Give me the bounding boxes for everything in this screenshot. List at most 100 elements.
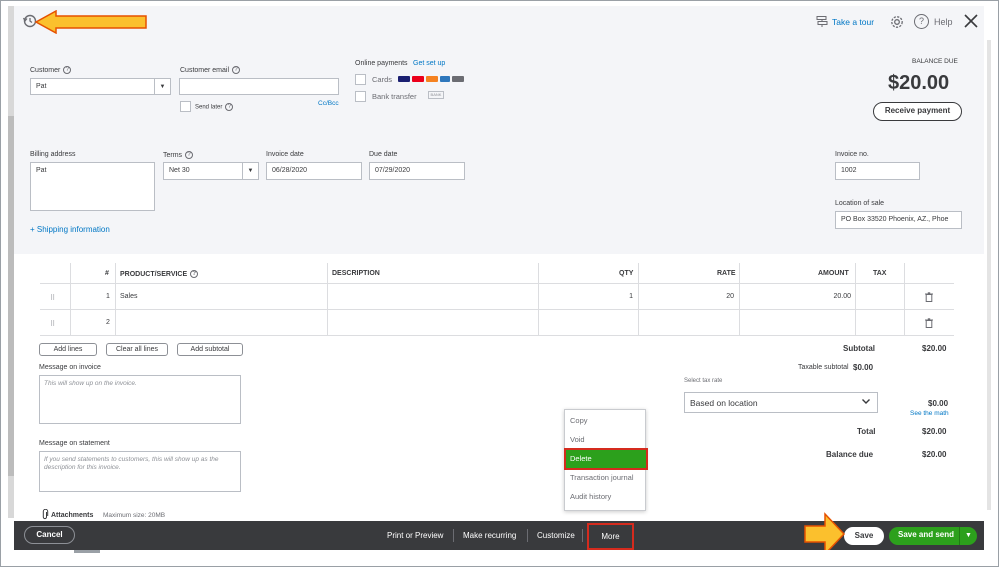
column-divider <box>327 263 328 336</box>
more-button[interactable]: More <box>587 523 634 550</box>
menu-item-void[interactable]: Void <box>565 430 645 449</box>
see-the-math-link[interactable]: See the math <box>910 410 949 417</box>
shipping-information-link[interactable]: + Shipping information <box>30 225 110 234</box>
subtotal-label: Subtotal <box>843 344 875 353</box>
chevron-down-icon[interactable] <box>861 396 871 408</box>
chevron-down-icon[interactable]: ▼ <box>154 79 170 94</box>
cancel-button[interactable]: Cancel <box>24 526 75 544</box>
terms-select[interactable]: Net 30 ▼ <box>163 162 259 180</box>
bottom-strip <box>14 550 984 556</box>
taxable-subtotal-value: $0.00 <box>853 363 874 372</box>
invoice-no-label: Invoice no. <box>835 151 869 158</box>
chevron-down-icon[interactable]: ▼ <box>242 163 258 179</box>
send-later-help-icon[interactable]: ? <box>225 103 234 111</box>
gear-icon[interactable] <box>889 14 905 30</box>
save-button[interactable]: Save <box>844 527 884 545</box>
row-rate[interactable]: 20 <box>700 293 734 300</box>
balance-due-label: BALANCE DUE <box>912 58 958 65</box>
tour-signpost-icon[interactable] <box>816 15 828 27</box>
col-tax: TAX <box>873 270 887 277</box>
col-qty: QTY <box>619 270 634 277</box>
more-dropdown-menu: Copy Void Delete Transaction journal Aud… <box>564 409 648 511</box>
due-date-field[interactable]: 07/29/2020 <box>369 162 465 180</box>
customer-select[interactable]: Pat ▼ <box>30 78 171 95</box>
bank-transfer-checkbox[interactable] <box>355 91 366 102</box>
make-recurring-button[interactable]: Make recurring <box>463 521 516 550</box>
help-icon[interactable]: ? <box>914 14 929 29</box>
receive-payment-button[interactable]: Receive payment <box>873 102 962 121</box>
save-and-send-button[interactable]: Save and send ▼ <box>889 527 977 545</box>
apple-pay-icon <box>452 75 464 82</box>
row-num: 2 <box>106 319 110 326</box>
due-date-label: Due date <box>369 151 398 158</box>
table-header: # PRODUCT/SERVICE? DESCRIPTION QTY RATE … <box>40 263 954 284</box>
balance-due-total-value: $20.00 <box>922 450 947 459</box>
print-preview-button[interactable]: Print or Preview <box>387 521 443 550</box>
menu-item-audit-history[interactable]: Audit history <box>565 487 645 506</box>
orange-arrow-left-icon <box>34 9 150 36</box>
balance-due-total-label: Balance due <box>826 450 874 459</box>
product-help-icon[interactable]: ? <box>190 270 199 278</box>
menu-item-delete[interactable]: Delete <box>564 448 648 470</box>
total-label: Total <box>857 427 876 436</box>
help-label[interactable]: Help <box>934 17 953 27</box>
menu-item-copy[interactable]: Copy <box>565 411 645 430</box>
row-product[interactable]: Sales <box>120 293 138 300</box>
trash-icon[interactable] <box>925 292 933 302</box>
row-qty[interactable]: 1 <box>600 293 633 300</box>
add-subtotal-button[interactable]: Add subtotal <box>177 343 243 356</box>
tax-value: $0.00 <box>928 399 949 408</box>
customer-label: Customer? <box>30 66 72 74</box>
cards-checkbox[interactable] <box>355 74 366 85</box>
customer-email-label: Customer email? <box>180 66 241 74</box>
email-help-icon[interactable]: ? <box>232 66 241 74</box>
col-num: # <box>105 270 109 277</box>
bank-icon: BANK <box>428 91 444 99</box>
column-divider <box>70 263 71 336</box>
customer-email-field[interactable] <box>179 78 339 95</box>
clear-all-lines-button[interactable]: Clear all lines <box>106 343 168 356</box>
chevron-down-icon[interactable]: ▼ <box>959 527 977 545</box>
taxable-subtotal-label: Taxable subtotal <box>798 364 849 371</box>
invoice-date-field[interactable]: 06/28/2020 <box>266 162 362 180</box>
right-scrollbar[interactable] <box>987 40 991 510</box>
billing-address-field[interactable]: Pat <box>30 162 155 211</box>
message-invoice-field[interactable]: This will show up on the invoice. <box>39 375 241 424</box>
invoice-no-field[interactable]: 1002 <box>835 162 920 180</box>
customer-value: Pat <box>36 83 47 90</box>
trash-icon[interactable] <box>925 318 933 328</box>
message-statement-label: Message on statement <box>39 440 110 447</box>
terms-help-icon[interactable]: ? <box>185 151 194 159</box>
get-set-up-link[interactable]: Get set up <box>413 60 445 67</box>
customer-help-icon[interactable]: ? <box>63 66 72 74</box>
tax-rate-select[interactable]: Based on location <box>684 392 878 413</box>
column-divider <box>115 263 116 336</box>
close-icon[interactable] <box>963 13 979 29</box>
terms-value: Net 30 <box>169 167 190 174</box>
take-tour-link[interactable]: Take a tour <box>832 17 874 27</box>
col-amount: AMOUNT <box>818 270 849 277</box>
total-value: $20.00 <box>922 427 947 436</box>
bank-transfer-label: Bank transfer <box>372 92 417 101</box>
add-lines-button[interactable]: Add lines <box>39 343 97 356</box>
mastercard-icon <box>412 75 424 82</box>
customize-button[interactable]: Customize <box>537 521 575 550</box>
amex-icon <box>440 75 450 82</box>
row-amount[interactable]: 20.00 <box>800 293 851 300</box>
billing-address-label: Billing address <box>30 151 76 158</box>
discover-icon <box>426 75 438 82</box>
visa-icon <box>398 75 410 82</box>
table-row[interactable]: ⠿ 1 Sales 1 20 20.00 <box>40 284 954 310</box>
table-row[interactable]: ⠿ 2 <box>40 310 954 336</box>
bottom-tab <box>74 550 100 553</box>
drag-handle-icon[interactable]: ⠿ <box>50 320 55 328</box>
send-later-checkbox[interactable] <box>180 101 191 112</box>
footer-divider <box>453 529 454 542</box>
location-of-sale-field[interactable]: PO Box 33520 Phoenix, AZ., Phoe <box>835 211 962 229</box>
online-payments-label: Online payments <box>355 60 408 67</box>
drag-handle-icon[interactable]: ⠿ <box>50 294 55 302</box>
cc-bcc-link[interactable]: Cc/Bcc <box>318 100 339 107</box>
message-statement-field[interactable]: If you send statements to customers, thi… <box>39 451 241 492</box>
menu-item-transaction-journal[interactable]: Transaction journal <box>565 468 645 487</box>
row-num: 1 <box>106 293 110 300</box>
